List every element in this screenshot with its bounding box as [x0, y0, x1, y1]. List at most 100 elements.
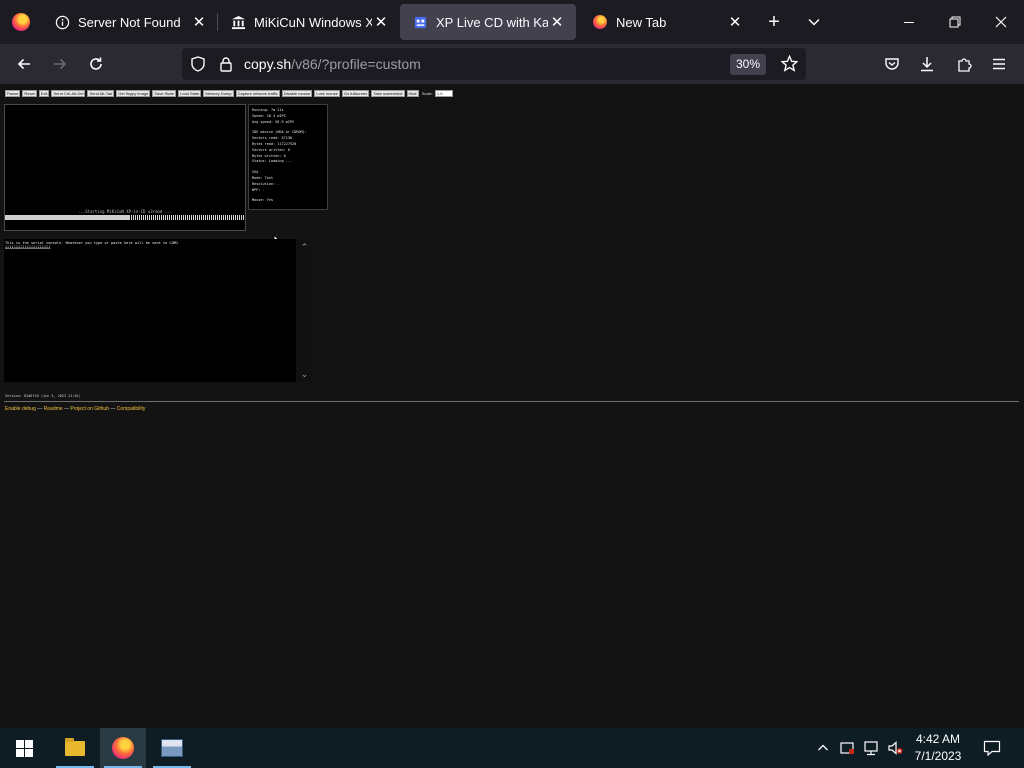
folder-icon: [65, 737, 85, 756]
tab-server-not-found[interactable]: Server Not Found ✕: [42, 4, 218, 40]
emulator-screen[interactable]: ...Starting MiKiCuN XP-in-CD v3rmod ...: [4, 104, 246, 231]
compatibility-link[interactable]: Compatibility: [117, 406, 146, 412]
reload-icon: [90, 57, 102, 70]
pocket-button[interactable]: [876, 48, 908, 80]
url-bar[interactable]: copy.sh/v86/?profile=custom 30%: [182, 48, 806, 80]
taskbar-file-explorer[interactable]: [52, 728, 98, 768]
hamburger-menu-icon: [993, 58, 1005, 70]
taskbar: 4:42 AM 7/1/2023: [0, 728, 1024, 768]
scroll-down-icon[interactable]: ⌄: [296, 369, 313, 380]
taskbar-clock[interactable]: 4:42 AM 7/1/2023: [906, 731, 970, 765]
windows-logo-icon: [15, 739, 33, 757]
speaker-muted-icon: [888, 741, 903, 755]
firefox-icon: [112, 737, 134, 759]
arrow-right-icon: [54, 58, 67, 70]
close-icon: [995, 16, 1007, 28]
footer-links: Enable debug — Readme — Project on Githu…: [5, 406, 145, 412]
museum-icon: [230, 14, 246, 30]
firefox-icon: [592, 14, 608, 30]
bookmark-star-icon[interactable]: [780, 54, 799, 77]
minimize-button[interactable]: [886, 0, 932, 44]
emulator-button-capture-network-traffic[interactable]: Capture network traffic: [235, 90, 280, 97]
github-link[interactable]: Project on Github: [70, 406, 109, 412]
app-menu-button[interactable]: [983, 48, 1015, 80]
separator: —: [35, 406, 44, 412]
nav-toolbar: copy.sh/v86/?profile=custom 30%: [0, 44, 1024, 84]
restore-button[interactable]: [932, 0, 978, 44]
plus-icon: +: [768, 10, 780, 33]
lock-icon[interactable]: [218, 56, 234, 77]
start-button[interactable]: [0, 728, 48, 768]
emulator-button-get-floppy-image[interactable]: Get floppy image: [116, 90, 151, 97]
puzzle-icon: [958, 58, 972, 72]
firefox-icon: [12, 13, 30, 31]
url-path: /v86/?profile=custom: [291, 56, 421, 72]
emulator-button-send-ctrl-alt-del[interactable]: Send Ctrl-Alt-Del: [51, 90, 86, 97]
tab-title: Server Not Found: [78, 14, 181, 30]
minimize-icon: [904, 22, 914, 23]
action-center-button[interactable]: [978, 728, 1006, 768]
extensions-button[interactable]: [948, 48, 980, 80]
info-icon: [54, 14, 70, 30]
zoom-reset-button[interactable]: 30%: [729, 54, 766, 75]
emulator-button-lock-mouse[interactable]: Lock mouse: [314, 90, 340, 97]
tab-strip: Server Not Found ✕ MiKiCuN Windows XP | …: [0, 0, 1024, 44]
emulator-button-go-fullscreen[interactable]: Go fullscreen: [341, 90, 370, 97]
tray-removable-device[interactable]: [836, 728, 858, 768]
divider: [4, 401, 1019, 402]
notification-icon: [983, 740, 1001, 756]
boot-message: ...Starting MiKiCuN XP-in-CD v3rmod ...: [78, 209, 172, 214]
arrow-left-icon: [17, 58, 30, 70]
readme-link[interactable]: Readme: [44, 406, 63, 412]
runtime-info-panel: Running: 7m 21s Speed: 10.3 mIPS Avg speed…: [248, 104, 328, 210]
taskbar-app-3[interactable]: [149, 728, 195, 768]
taskbar-firefox[interactable]: [100, 728, 146, 768]
emulator-button-reset[interactable]: Reset: [22, 90, 37, 97]
tray-volume[interactable]: [884, 728, 906, 768]
emulator-button-load-state[interactable]: Load State: [178, 90, 202, 97]
emulator-button-take-screenshot[interactable]: Take screenshot: [371, 90, 405, 97]
new-tab-button[interactable]: +: [754, 0, 794, 44]
v86-icon: [412, 14, 428, 30]
close-window-button[interactable]: [978, 0, 1024, 44]
restore-icon: [949, 16, 961, 28]
pocket-icon: [885, 58, 899, 70]
emulator-button-exit[interactable]: Exit: [38, 90, 50, 97]
emulator-button-memory-dump[interactable]: Memory Dump: [203, 90, 234, 97]
emulator-button-save-state[interactable]: Save State: [152, 90, 176, 97]
firefox-view-button[interactable]: [0, 0, 42, 44]
boot-progress-bar: [5, 215, 245, 220]
emulator-button-hide[interactable]: Hide: [406, 90, 419, 97]
separator: —: [108, 406, 117, 412]
close-tab-icon[interactable]: ✕: [726, 13, 744, 31]
tab-title: New Tab: [616, 14, 667, 30]
enable-debug-link[interactable]: Enable debug: [5, 406, 36, 412]
list-all-tabs-button[interactable]: [794, 0, 834, 44]
forward-button[interactable]: [44, 48, 76, 80]
tab-title: XP Live CD with Kapers: [436, 14, 548, 30]
shield-icon[interactable]: [190, 56, 206, 77]
close-tab-icon[interactable]: ✕: [190, 13, 208, 31]
downloads-button[interactable]: [911, 48, 943, 80]
url-text[interactable]: copy.sh/v86/?profile=custom: [244, 56, 421, 72]
info-line: Mouse: Yes: [252, 198, 274, 203]
emulator-toolbar: Pause Reset Exit Send Ctrl-Alt-Del Send Alt-…: [5, 90, 453, 97]
close-tab-icon[interactable]: ✕: [548, 13, 566, 31]
tab-mikicun-windows-xp[interactable]: MiKiCuN Windows XP | ✕: [218, 4, 400, 40]
url-host: copy.sh: [244, 56, 292, 72]
emulator-button-disable-mouse[interactable]: Disable mouse: [281, 90, 313, 97]
scale-input[interactable]: 1.0: [434, 90, 453, 97]
show-hidden-icons-button[interactable]: [812, 728, 834, 768]
tab-new-tab[interactable]: New Tab ✕: [580, 4, 754, 40]
reload-button[interactable]: [80, 48, 112, 80]
serial-console-scrollbar[interactable]: ⌃ ⌄: [296, 239, 313, 382]
web-page: Pause Reset Exit Send Ctrl-Alt-Del Send Alt-…: [0, 84, 1024, 728]
tab-xp-live-cd[interactable]: XP Live CD with Kapers ✕: [400, 4, 576, 40]
tray-network[interactable]: [860, 728, 882, 768]
serial-console[interactable]: This is the serial console. Whatever you…: [4, 239, 296, 382]
close-tab-icon[interactable]: ✕: [372, 13, 390, 31]
back-button[interactable]: [8, 48, 40, 80]
emulator-button-pause[interactable]: Pause: [5, 90, 21, 97]
emulator-button-send-alt-tab[interactable]: Send Alt-Tab: [87, 90, 115, 97]
scroll-up-icon[interactable]: ⌃: [296, 242, 313, 253]
